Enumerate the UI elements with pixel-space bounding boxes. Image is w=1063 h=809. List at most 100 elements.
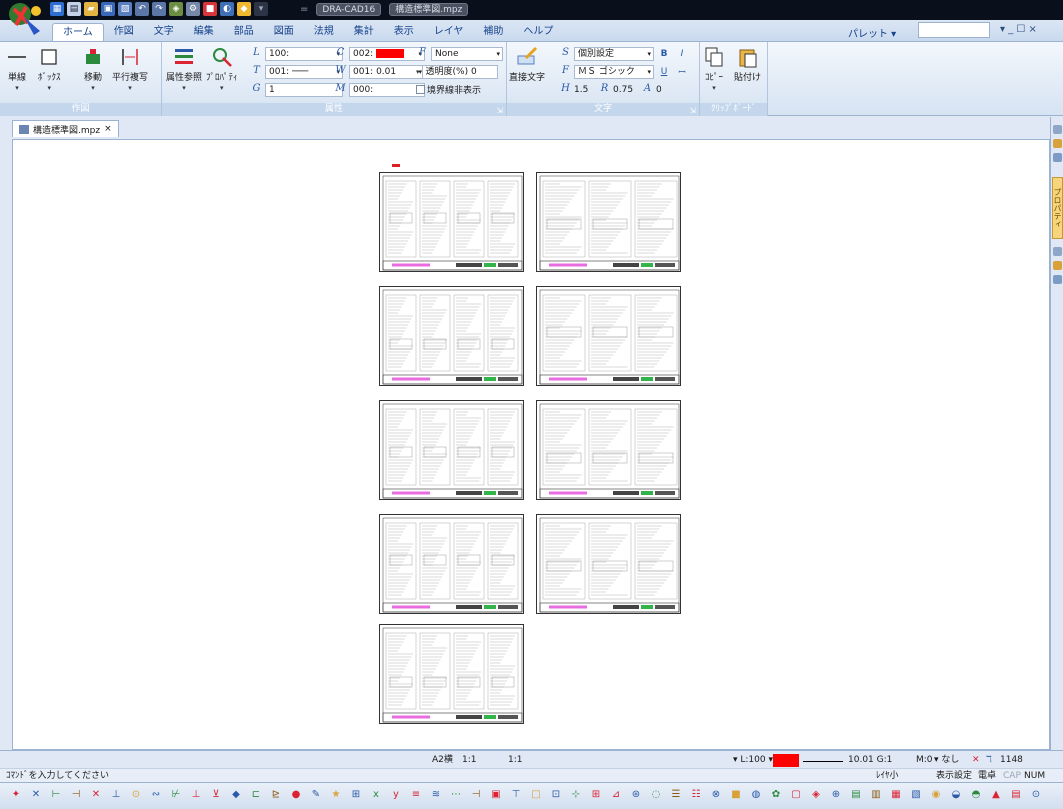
snap-tool-icon[interactable]: ≋ [430, 789, 442, 801]
window-controls[interactable]: ▾ _ ☐ × [1000, 24, 1037, 35]
text-ratio-value[interactable]: 0.75 [613, 85, 639, 95]
line-width-status[interactable]: 10.01 G:1 [848, 754, 892, 767]
ribbon-tab[interactable]: 作図 [104, 23, 144, 41]
layer-status[interactable]: M:0 [916, 754, 933, 767]
snap-tool-icon[interactable]: ⊵ [270, 789, 282, 801]
snap-tool-icon[interactable]: ⊡ [550, 789, 562, 801]
properties-button[interactable]: ﾌﾟﾛﾊﾟﾃｨ ▾ [206, 46, 238, 92]
drawing-sheet[interactable] [379, 400, 524, 500]
attribute-reference-button[interactable]: 属性参照 ▾ [166, 46, 202, 92]
snap-tool-icon[interactable]: ⋯ [450, 789, 462, 801]
snap-tool-icon[interactable]: ⊏ [250, 789, 262, 801]
snap-tool-icon[interactable]: ⊤ [510, 789, 522, 801]
snap-tool-icon[interactable]: ◈ [810, 789, 822, 801]
boundary-checkbox[interactable] [416, 85, 425, 94]
document-tab[interactable]: 構造標準図.mpz × [12, 120, 119, 137]
snap-tool-icon[interactable]: ▤ [1010, 789, 1022, 801]
snap-tool-icon[interactable]: ◍ [750, 789, 762, 801]
app-logo-icon[interactable] [6, 1, 44, 37]
snap-tool-icon[interactable]: ▧ [910, 789, 922, 801]
bold-button[interactable]: B [656, 47, 672, 61]
drawing-sheet[interactable] [536, 400, 681, 500]
dock-layer-icon[interactable] [1053, 139, 1062, 148]
snap-tool-icon[interactable]: ◓ [970, 789, 982, 801]
dock-view-icon[interactable] [1053, 153, 1062, 162]
drawing-sheet[interactable] [536, 514, 681, 614]
text-dialog-launcher-icon[interactable]: ⇲ [689, 106, 696, 115]
snap-tool-icon[interactable]: ⊣ [470, 789, 482, 801]
help-icon[interactable]: ◆ [237, 2, 251, 16]
layer-icon[interactable]: ◈ [169, 2, 183, 16]
drawing-sheet[interactable] [379, 624, 524, 724]
text-snap-icon[interactable]: ℸ [986, 754, 992, 767]
attributes-dialog-launcher-icon[interactable]: ⇲ [496, 106, 503, 115]
snap-tool-icon[interactable]: ⊞ [590, 789, 602, 801]
ribbon-tab[interactable]: レイヤ [424, 23, 474, 41]
line-type-status[interactable]: ▾ L:100 ▾ [733, 754, 773, 767]
color-status-swatch[interactable] [773, 754, 799, 767]
drawing-sheet[interactable] [379, 286, 524, 386]
snap-tool-icon[interactable]: ⊙ [1030, 789, 1042, 801]
ribbon-tab[interactable]: 図面 [264, 23, 304, 41]
ribbon-tab[interactable]: 補助 [473, 23, 513, 41]
ribbon-tab[interactable]: ヘルプ [513, 23, 563, 41]
snap-tool-icon[interactable]: ≡ [410, 789, 422, 801]
stop-icon[interactable]: ■ [203, 2, 217, 16]
color-combo[interactable]: 002: ▾ [349, 46, 425, 61]
snap-tool-icon[interactable]: ⊢ [50, 789, 62, 801]
copy-button[interactable]: ｺﾋﾟｰ ▾ [703, 46, 725, 92]
group-field[interactable]: 1 [265, 82, 343, 97]
strikethrough-icon[interactable]: ꟷ [674, 65, 690, 79]
drawing-sheet[interactable] [379, 172, 524, 272]
ribbon-tab[interactable]: 集計 [344, 23, 384, 41]
palette-menu[interactable]: パレット ▾ [848, 25, 896, 40]
scale[interactable]: 1:1 [462, 754, 476, 767]
snap-tool-icon[interactable]: y [390, 789, 402, 801]
print-icon[interactable]: ▧ [118, 2, 132, 16]
text-style-combo[interactable]: 個別設定 ▾ [574, 46, 654, 61]
ribbon-tab[interactable]: ホーム [52, 23, 104, 41]
snap-tool-icon[interactable]: ▣ [490, 789, 502, 801]
single-line-button[interactable]: 単線 ▾ [6, 46, 28, 92]
fill-combo[interactable]: None ▾ [431, 46, 503, 61]
drawing-sheet[interactable] [536, 172, 681, 272]
snap-tool-icon[interactable]: ✕ [90, 789, 102, 801]
customize-qat-icon[interactable]: ▾ [254, 2, 268, 16]
width-combo[interactable]: 001: 0.01 ▾ [349, 64, 425, 79]
dock-search-icon[interactable] [1053, 247, 1062, 256]
snap-tool-icon[interactable]: ▦ [890, 789, 902, 801]
snap-tool-icon[interactable]: ☷ [690, 789, 702, 801]
snap-tool-icon[interactable]: ⊹ [570, 789, 582, 801]
snap-mode-status[interactable]: ▾ なし [934, 754, 959, 767]
paper-size[interactable]: A2横 [432, 754, 453, 767]
drawing-sheet[interactable] [536, 286, 681, 386]
paste-button[interactable]: 貼付け [734, 46, 761, 83]
snap-tool-icon[interactable]: ★ [330, 789, 342, 801]
ribbon-tab[interactable]: 文字 [144, 23, 184, 41]
dock-part-icon[interactable] [1053, 261, 1062, 270]
font-combo[interactable]: ＭＳ ゴシック ▾ [574, 64, 654, 79]
properties-dock-tab[interactable]: プロパティ [1052, 177, 1063, 239]
snap-tool-icon[interactable]: ⊗ [710, 789, 722, 801]
snap-tool-icon[interactable]: ⊣ [70, 789, 82, 801]
ribbon-tab[interactable]: 法規 [304, 23, 344, 41]
snap-tool-icon[interactable]: ⊛ [630, 789, 642, 801]
snap-tool-icon[interactable]: ∾ [150, 789, 162, 801]
text-angle-value[interactable]: 0 [656, 85, 662, 95]
redo-icon[interactable]: ↷ [152, 2, 166, 16]
ribbon-search-input[interactable] [918, 22, 990, 38]
ribbon-tab[interactable]: 部品 [224, 23, 264, 41]
snap-tool-icon[interactable]: ● [290, 789, 302, 801]
save-icon[interactable]: ▣ [101, 2, 115, 16]
new-icon[interactable]: ▤ [67, 2, 81, 16]
snap-tool-icon[interactable]: ▢ [790, 789, 802, 801]
undo-icon[interactable]: ↶ [135, 2, 149, 16]
snap-tool-icon[interactable]: ▲ [990, 789, 1002, 801]
snap-tool-icon[interactable]: ⊿ [610, 789, 622, 801]
dock-settings-icon[interactable] [1053, 275, 1062, 284]
snap-tool-icon[interactable]: ⊙ [130, 789, 142, 801]
snap-tool-icon[interactable]: ✕ [30, 789, 42, 801]
snap-tool-icon[interactable]: ☰ [670, 789, 682, 801]
snap-pin-icon[interactable]: ✕ [972, 754, 980, 767]
parallel-copy-button[interactable]: 平行複写 ▾ [112, 46, 148, 92]
